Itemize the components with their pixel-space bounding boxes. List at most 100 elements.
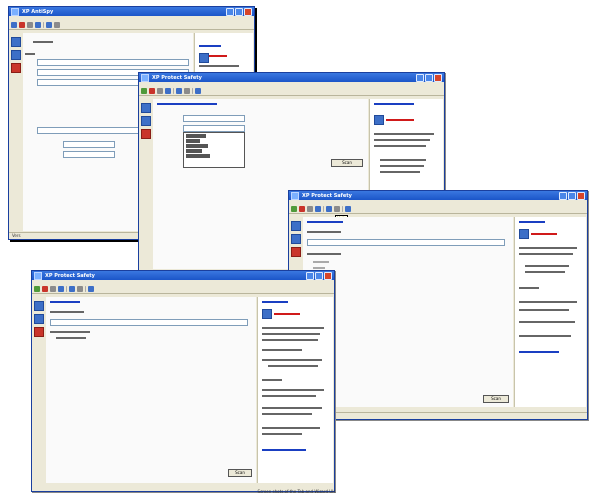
app-icon	[141, 73, 149, 82]
panel-link[interactable]	[262, 301, 288, 303]
panel-text	[262, 413, 312, 415]
check-icon[interactable]	[34, 286, 40, 292]
options-icon[interactable]	[334, 206, 340, 212]
panel-text	[262, 395, 316, 397]
dropdown-option[interactable]	[186, 134, 206, 138]
maximize-icon[interactable]	[235, 7, 243, 16]
setting-field[interactable]	[63, 151, 115, 158]
close-icon[interactable]	[244, 7, 252, 16]
minimize-icon[interactable]	[306, 271, 314, 280]
titlebar[interactable]: XP AntiSpy	[9, 7, 254, 16]
remove-icon[interactable]	[42, 286, 48, 292]
titlebar[interactable]: XP Protect Safety	[289, 191, 587, 200]
panel-link[interactable]	[199, 45, 221, 47]
label-text	[307, 253, 341, 255]
task-icon[interactable]	[141, 103, 151, 113]
panel-red-text	[386, 119, 414, 121]
view-icon[interactable]	[69, 286, 75, 292]
scan-button[interactable]: Scan	[228, 469, 252, 477]
panel-link[interactable]	[519, 351, 559, 353]
panel-link[interactable]	[262, 449, 306, 451]
help-icon[interactable]	[345, 206, 351, 212]
left-icon-bar	[291, 221, 301, 260]
options-icon[interactable]	[77, 286, 83, 292]
save-icon[interactable]	[35, 22, 41, 28]
task-icon[interactable]	[11, 63, 21, 73]
maximize-icon[interactable]	[568, 191, 576, 200]
app-icon	[34, 271, 42, 280]
task-icon[interactable]	[141, 116, 151, 126]
minimize-icon[interactable]	[416, 73, 424, 82]
help-icon[interactable]	[88, 286, 94, 292]
save-icon[interactable]	[58, 286, 64, 292]
scan-button[interactable]: Scan	[483, 395, 509, 403]
setting-field[interactable]	[37, 59, 189, 66]
panel-text	[262, 389, 324, 391]
panel-text	[519, 321, 575, 323]
remove-icon[interactable]	[19, 22, 25, 28]
combo-box[interactable]	[183, 115, 245, 122]
tool-icon[interactable]	[27, 22, 33, 28]
window-title: XP Protect Safety	[302, 192, 352, 199]
close-icon[interactable]	[324, 271, 332, 280]
panel-text	[525, 265, 569, 267]
remove-icon[interactable]	[299, 206, 305, 212]
task-icon[interactable]	[34, 301, 44, 311]
scan-button[interactable]: Scan	[331, 159, 363, 167]
label-text	[313, 267, 325, 269]
options-icon[interactable]	[184, 88, 190, 94]
task-icon[interactable]	[11, 37, 21, 47]
dropdown-list[interactable]	[183, 132, 245, 168]
setting-field[interactable]	[63, 141, 115, 148]
tool-icon[interactable]	[50, 286, 56, 292]
task-icon[interactable]	[291, 234, 301, 244]
help-icon[interactable]	[195, 88, 201, 94]
window-title: XP Protect Safety	[152, 74, 202, 81]
tool-icon[interactable]	[307, 206, 313, 212]
save-icon[interactable]	[315, 206, 321, 212]
left-icon-bar	[34, 301, 44, 340]
toolbar-separator	[192, 88, 193, 94]
titlebar[interactable]: XP Protect Safety	[139, 73, 444, 82]
panel-link[interactable]	[374, 103, 414, 105]
tool-icon[interactable]	[157, 88, 163, 94]
task-icon[interactable]	[141, 129, 151, 139]
task-icon[interactable]	[291, 247, 301, 257]
task-icon[interactable]	[11, 50, 21, 60]
toolbar-separator	[342, 206, 343, 212]
label-text	[50, 331, 90, 333]
dropdown-option[interactable]	[186, 149, 202, 153]
label-text	[50, 311, 84, 313]
combo-box[interactable]	[183, 125, 245, 132]
view-icon[interactable]	[176, 88, 182, 94]
save-icon[interactable]	[165, 88, 171, 94]
dropdown-option[interactable]	[186, 139, 200, 143]
check-icon[interactable]	[291, 206, 297, 212]
task-icon[interactable]	[291, 221, 301, 231]
titlebar[interactable]: XP Protect Safety	[32, 271, 334, 280]
dropdown-option[interactable]	[186, 154, 210, 158]
help-icon[interactable]	[54, 22, 60, 28]
task-icon[interactable]	[34, 314, 44, 324]
remove-icon[interactable]	[149, 88, 155, 94]
panel-link[interactable]	[519, 221, 545, 223]
check-icon[interactable]	[141, 88, 147, 94]
view-icon[interactable]	[326, 206, 332, 212]
info-icon[interactable]	[46, 22, 52, 28]
close-icon[interactable]	[434, 73, 442, 82]
window-protect-safety-4: XP Protect Safety Scan	[31, 270, 335, 492]
new-icon[interactable]	[11, 22, 17, 28]
close-icon[interactable]	[577, 191, 585, 200]
path-field[interactable]	[307, 239, 505, 246]
minimize-icon[interactable]	[226, 7, 234, 16]
panel-text	[525, 271, 565, 273]
maximize-icon[interactable]	[425, 73, 433, 82]
help-panel	[514, 217, 586, 407]
panel-icon	[199, 53, 209, 63]
task-icon[interactable]	[34, 327, 44, 337]
dropdown-option[interactable]	[186, 144, 208, 148]
path-field[interactable]	[50, 319, 248, 326]
label-text	[307, 231, 341, 233]
maximize-icon[interactable]	[315, 271, 323, 280]
minimize-icon[interactable]	[559, 191, 567, 200]
